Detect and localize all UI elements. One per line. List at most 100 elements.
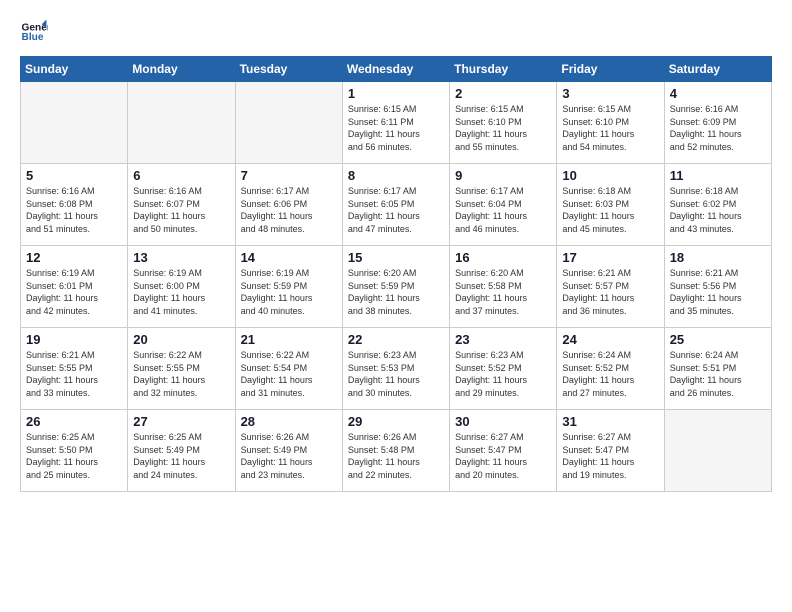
weekday-header-sunday: Sunday [21,57,128,82]
calendar-cell: 16 Sunrise: 6:20 AM Sunset: 5:58 PM Dayli… [450,246,557,328]
day-info: Sunrise: 6:18 AM Sunset: 6:03 PM Dayligh… [562,185,658,235]
day-number: 18 [670,250,766,265]
week-row-5: 26 Sunrise: 6:25 AM Sunset: 5:50 PM Dayli… [21,410,772,492]
weekday-header-wednesday: Wednesday [342,57,449,82]
day-info: Sunrise: 6:26 AM Sunset: 5:49 PM Dayligh… [241,431,337,481]
day-info: Sunrise: 6:16 AM Sunset: 6:08 PM Dayligh… [26,185,122,235]
calendar-cell [235,82,342,164]
calendar-cell: 10 Sunrise: 6:18 AM Sunset: 6:03 PM Dayli… [557,164,664,246]
day-info: Sunrise: 6:26 AM Sunset: 5:48 PM Dayligh… [348,431,444,481]
day-info: Sunrise: 6:21 AM Sunset: 5:56 PM Dayligh… [670,267,766,317]
day-number: 6 [133,168,229,183]
day-number: 7 [241,168,337,183]
calendar-cell: 14 Sunrise: 6:19 AM Sunset: 5:59 PM Dayli… [235,246,342,328]
calendar-cell: 26 Sunrise: 6:25 AM Sunset: 5:50 PM Dayli… [21,410,128,492]
day-number: 8 [348,168,444,183]
weekday-header-saturday: Saturday [664,57,771,82]
day-info: Sunrise: 6:27 AM Sunset: 5:47 PM Dayligh… [562,431,658,481]
day-info: Sunrise: 6:16 AM Sunset: 6:09 PM Dayligh… [670,103,766,153]
day-info: Sunrise: 6:15 AM Sunset: 6:10 PM Dayligh… [455,103,551,153]
day-info: Sunrise: 6:15 AM Sunset: 6:10 PM Dayligh… [562,103,658,153]
day-info: Sunrise: 6:23 AM Sunset: 5:53 PM Dayligh… [348,349,444,399]
day-number: 23 [455,332,551,347]
week-row-4: 19 Sunrise: 6:21 AM Sunset: 5:55 PM Dayli… [21,328,772,410]
day-number: 24 [562,332,658,347]
day-info: Sunrise: 6:20 AM Sunset: 5:58 PM Dayligh… [455,267,551,317]
calendar-cell: 4 Sunrise: 6:16 AM Sunset: 6:09 PM Daylig… [664,82,771,164]
day-info: Sunrise: 6:24 AM Sunset: 5:51 PM Dayligh… [670,349,766,399]
day-number: 27 [133,414,229,429]
calendar-cell: 2 Sunrise: 6:15 AM Sunset: 6:10 PM Daylig… [450,82,557,164]
day-info: Sunrise: 6:18 AM Sunset: 6:02 PM Dayligh… [670,185,766,235]
day-info: Sunrise: 6:16 AM Sunset: 6:07 PM Dayligh… [133,185,229,235]
day-info: Sunrise: 6:21 AM Sunset: 5:55 PM Dayligh… [26,349,122,399]
day-number: 10 [562,168,658,183]
calendar-cell: 7 Sunrise: 6:17 AM Sunset: 6:06 PM Daylig… [235,164,342,246]
day-number: 14 [241,250,337,265]
weekday-header-tuesday: Tuesday [235,57,342,82]
day-info: Sunrise: 6:27 AM Sunset: 5:47 PM Dayligh… [455,431,551,481]
calendar-cell: 5 Sunrise: 6:16 AM Sunset: 6:08 PM Daylig… [21,164,128,246]
logo-icon: General Blue [20,18,48,46]
weekday-header-monday: Monday [128,57,235,82]
svg-text:Blue: Blue [22,32,44,43]
day-info: Sunrise: 6:15 AM Sunset: 6:11 PM Dayligh… [348,103,444,153]
day-number: 16 [455,250,551,265]
calendar-cell [21,82,128,164]
calendar-cell: 19 Sunrise: 6:21 AM Sunset: 5:55 PM Dayli… [21,328,128,410]
day-number: 9 [455,168,551,183]
day-number: 5 [26,168,122,183]
calendar-cell: 20 Sunrise: 6:22 AM Sunset: 5:55 PM Dayli… [128,328,235,410]
day-info: Sunrise: 6:21 AM Sunset: 5:57 PM Dayligh… [562,267,658,317]
day-info: Sunrise: 6:22 AM Sunset: 5:54 PM Dayligh… [241,349,337,399]
day-info: Sunrise: 6:20 AM Sunset: 5:59 PM Dayligh… [348,267,444,317]
day-number: 15 [348,250,444,265]
calendar-cell: 31 Sunrise: 6:27 AM Sunset: 5:47 PM Dayli… [557,410,664,492]
week-row-1: 1 Sunrise: 6:15 AM Sunset: 6:11 PM Daylig… [21,82,772,164]
day-number: 4 [670,86,766,101]
calendar-cell: 13 Sunrise: 6:19 AM Sunset: 6:00 PM Dayli… [128,246,235,328]
day-info: Sunrise: 6:17 AM Sunset: 6:06 PM Dayligh… [241,185,337,235]
calendar-cell: 25 Sunrise: 6:24 AM Sunset: 5:51 PM Dayli… [664,328,771,410]
day-info: Sunrise: 6:19 AM Sunset: 5:59 PM Dayligh… [241,267,337,317]
day-info: Sunrise: 6:19 AM Sunset: 6:01 PM Dayligh… [26,267,122,317]
day-number: 17 [562,250,658,265]
weekday-header-thursday: Thursday [450,57,557,82]
calendar-cell: 27 Sunrise: 6:25 AM Sunset: 5:49 PM Dayli… [128,410,235,492]
day-number: 31 [562,414,658,429]
day-number: 25 [670,332,766,347]
calendar-cell: 1 Sunrise: 6:15 AM Sunset: 6:11 PM Daylig… [342,82,449,164]
day-number: 2 [455,86,551,101]
week-row-3: 12Sunrise: 6:19 AM Sunset: 6:01 PM Dayli… [21,246,772,328]
day-number: 19 [26,332,122,347]
calendar-cell: 18 Sunrise: 6:21 AM Sunset: 5:56 PM Dayli… [664,246,771,328]
calendar-cell: 22Sunrise: 6:23 AM Sunset: 5:53 PM Dayli… [342,328,449,410]
logo: General Blue [20,18,48,46]
day-number: 1 [348,86,444,101]
day-info: Sunrise: 6:17 AM Sunset: 6:04 PM Dayligh… [455,185,551,235]
day-info: Sunrise: 6:24 AM Sunset: 5:52 PM Dayligh… [562,349,658,399]
day-number: 11 [670,168,766,183]
day-number: 13 [133,250,229,265]
weekday-header-friday: Friday [557,57,664,82]
day-number: 30 [455,414,551,429]
calendar-cell [664,410,771,492]
day-info: Sunrise: 6:25 AM Sunset: 5:49 PM Dayligh… [133,431,229,481]
calendar-cell [128,82,235,164]
day-info: Sunrise: 6:19 AM Sunset: 6:00 PM Dayligh… [133,267,229,317]
calendar-cell: 15 Sunrise: 6:20 AM Sunset: 5:59 PM Dayli… [342,246,449,328]
day-info: Sunrise: 6:25 AM Sunset: 5:50 PM Dayligh… [26,431,122,481]
calendar-cell: 28 Sunrise: 6:26 AM Sunset: 5:49 PM Dayli… [235,410,342,492]
day-info: Sunrise: 6:22 AM Sunset: 5:55 PM Dayligh… [133,349,229,399]
calendar-cell: 30 Sunrise: 6:27 AM Sunset: 5:47 PM Dayli… [450,410,557,492]
day-info: Sunrise: 6:23 AM Sunset: 5:52 PM Dayligh… [455,349,551,399]
page-header: General Blue [20,18,772,46]
day-number: 20 [133,332,229,347]
day-number: 28 [241,414,337,429]
day-number: 3 [562,86,658,101]
calendar-cell: 24 Sunrise: 6:24 AM Sunset: 5:52 PM Dayli… [557,328,664,410]
day-number: 26 [26,414,122,429]
calendar-cell: 6 Sunrise: 6:16 AM Sunset: 6:07 PM Daylig… [128,164,235,246]
calendar-cell: 11 Sunrise: 6:18 AM Sunset: 6:02 PM Dayli… [664,164,771,246]
week-row-2: 5 Sunrise: 6:16 AM Sunset: 6:08 PM Daylig… [21,164,772,246]
